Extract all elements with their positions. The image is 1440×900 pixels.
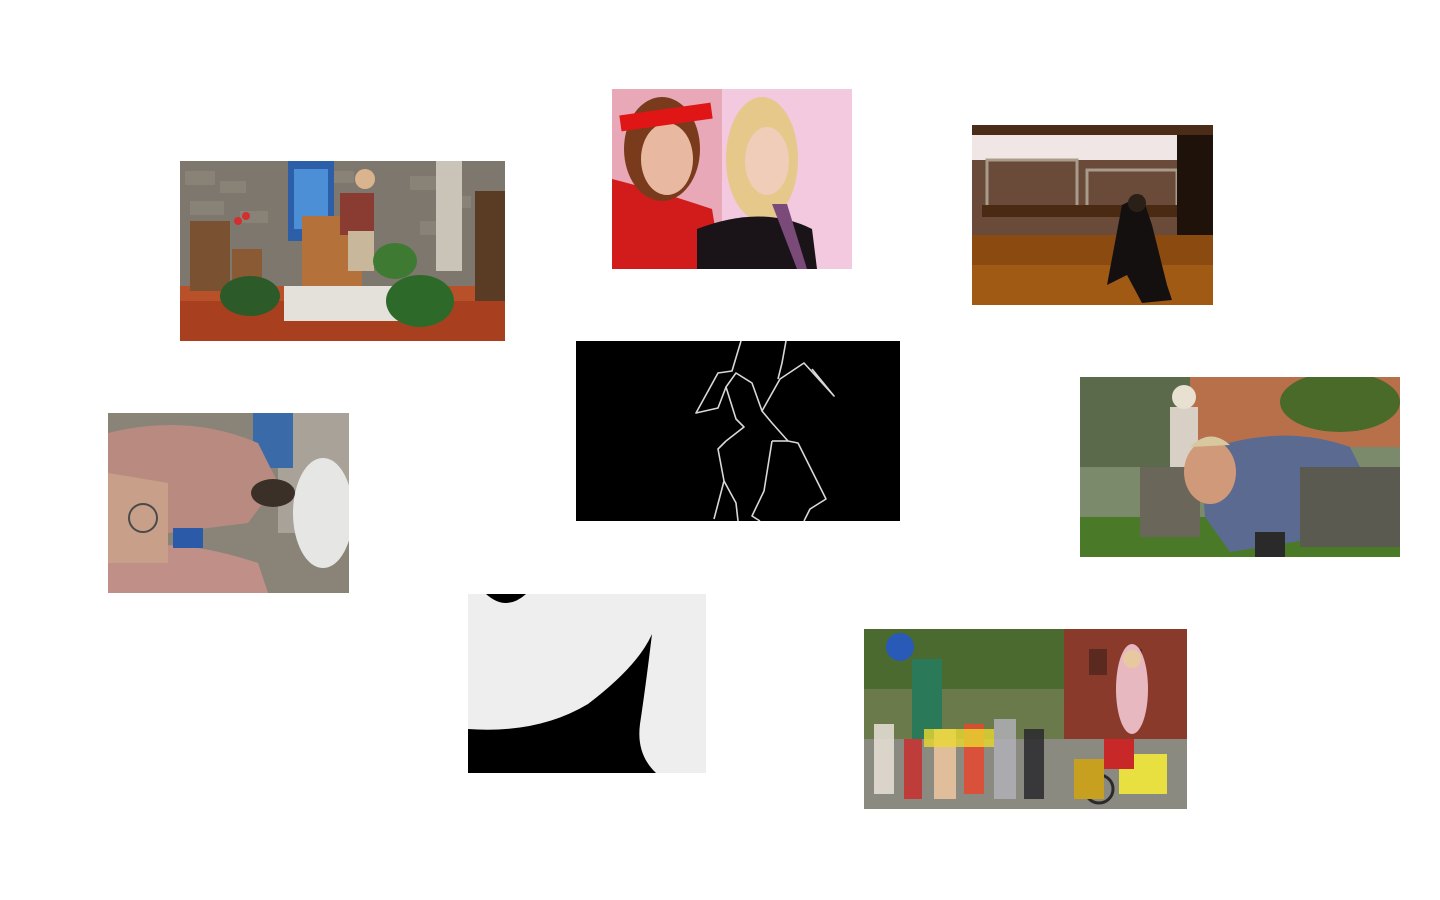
thumbnail-church-dancer[interactable] <box>180 161 505 341</box>
church-dancer-image <box>180 161 505 341</box>
thumbnail-gallery <box>0 0 1440 900</box>
two-women-image <box>612 89 852 269</box>
thumbnail-two-women-portrait[interactable] <box>612 89 852 269</box>
thumbnail-street-parade[interactable] <box>864 629 1187 809</box>
thumbnail-hands-closeup[interactable] <box>108 413 349 593</box>
thumbnail-dance-hall[interactable] <box>972 125 1213 305</box>
thumbnail-black-white-shape[interactable] <box>468 594 706 773</box>
dance-hall-image <box>972 125 1213 305</box>
mohawk-man-image <box>1080 377 1400 557</box>
hands-closeup-image <box>108 413 349 593</box>
street-parade-image <box>864 629 1187 809</box>
stick-figure-image <box>576 341 900 521</box>
thumbnail-mohawk-man[interactable] <box>1080 377 1400 557</box>
black-white-shape-image <box>468 594 706 773</box>
thumbnail-stick-figure[interactable] <box>576 341 900 521</box>
